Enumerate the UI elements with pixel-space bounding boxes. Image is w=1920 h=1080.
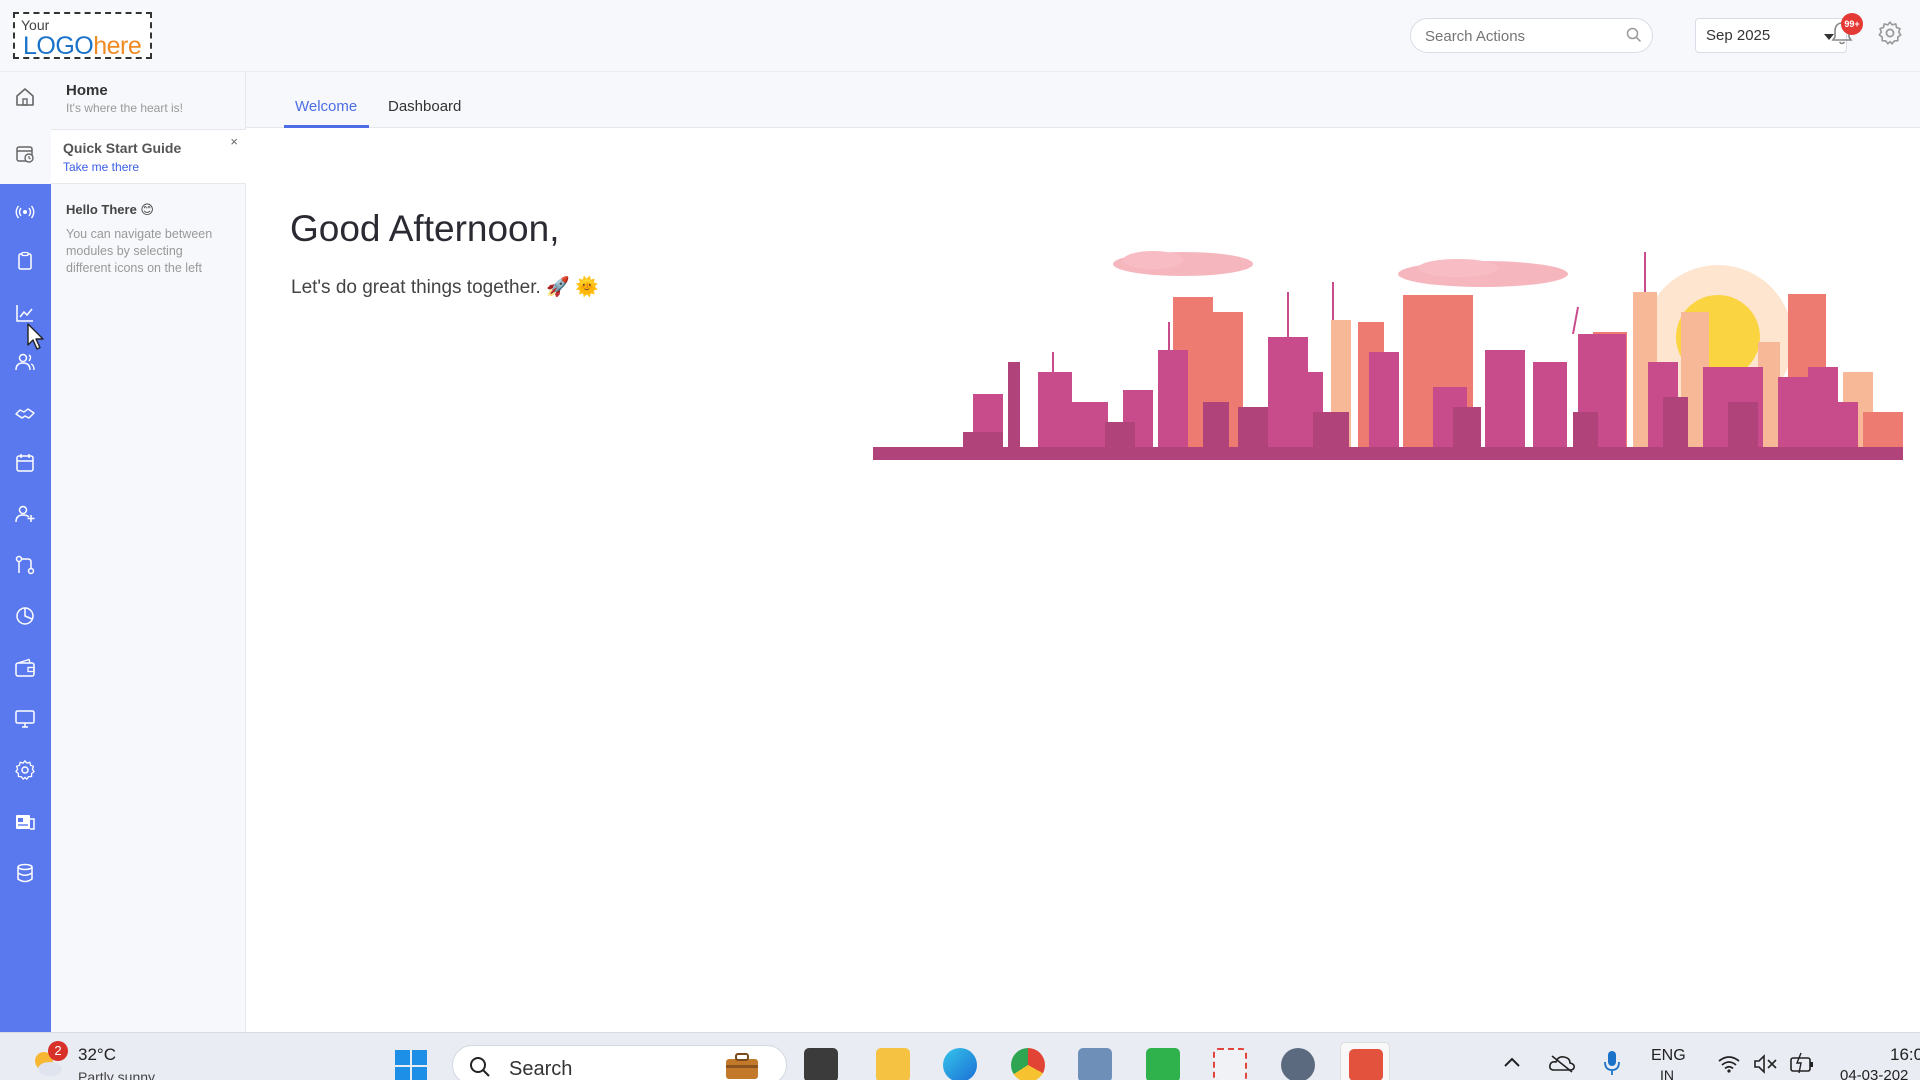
module-icon-rail	[0, 184, 51, 1032]
quick-start-guide-card: Quick Start Guide Take me there ×	[51, 130, 246, 184]
main-content: Welcome Dashboard Good Afternoon, Let's …	[246, 72, 1920, 1032]
monitor-icon[interactable]	[14, 708, 36, 730]
clock-date[interactable]: 04-03-202	[1840, 1067, 1908, 1080]
onedrive-cloud-icon[interactable]	[1548, 1053, 1576, 1073]
line-chart-icon[interactable]	[14, 302, 36, 324]
quick-start-title: Quick Start Guide	[63, 140, 182, 156]
search-actions-box[interactable]	[1410, 18, 1653, 53]
database-icon[interactable]	[14, 862, 36, 884]
mouse-cursor-icon	[27, 323, 44, 350]
logo-wordmark: LOGOhere	[23, 32, 142, 60]
windows-taskbar: 2 32°C Partly sunny Search ENG IN 16:0 0…	[0, 1032, 1920, 1080]
logo-line1: Your	[21, 17, 50, 33]
file-explorer-icon[interactable]	[876, 1048, 910, 1080]
workflow-icon[interactable]	[14, 554, 36, 576]
tab-bar: Welcome Dashboard	[246, 72, 1920, 128]
tab-welcome[interactable]: Welcome	[295, 98, 357, 115]
volume-muted-icon[interactable]	[1753, 1054, 1779, 1074]
chevron-up-icon[interactable]	[1503, 1055, 1521, 1069]
settings-gear-icon[interactable]	[1877, 20, 1903, 46]
wifi-icon[interactable]	[1717, 1055, 1741, 1073]
settings-app-icon[interactable]	[1281, 1048, 1315, 1080]
calendar-icon[interactable]	[14, 452, 36, 474]
active-app-icon	[1349, 1049, 1383, 1080]
quick-start-link[interactable]: Take me there	[63, 160, 139, 174]
search-icon	[470, 1057, 490, 1077]
tab-dashboard[interactable]: Dashboard	[388, 98, 461, 115]
top-header: Your LOGOhere Sep 2025 99+	[0, 0, 1920, 72]
temperature-text[interactable]: 32°C	[78, 1045, 116, 1065]
settings-cog-icon[interactable]	[14, 759, 36, 781]
taskbar-search[interactable]: Search	[452, 1045, 787, 1080]
city-skyline-illustration	[873, 251, 1903, 460]
greeting-tagline: Let's do great things together. 🚀 🌞	[291, 277, 599, 298]
task-view-icon[interactable]	[804, 1048, 838, 1080]
handshake-icon[interactable]	[14, 402, 36, 424]
users-icon[interactable]	[14, 351, 36, 373]
hello-text: You can navigate between modules by sele…	[66, 227, 213, 275]
broadcast-icon[interactable]	[14, 201, 36, 223]
active-app-slot[interactable]	[1340, 1042, 1390, 1080]
search-actions-input[interactable]	[1425, 26, 1615, 46]
month-dropdown[interactable]: Sep 2025	[1695, 18, 1847, 53]
taskbar-search-label: Search	[509, 1058, 573, 1080]
home-icon[interactable]	[14, 86, 36, 108]
add-user-icon[interactable]	[14, 503, 36, 525]
snipping-app-icon[interactable]	[1078, 1048, 1112, 1080]
edge-browser-icon[interactable]	[943, 1048, 977, 1080]
weather-alert-badge: 2	[48, 1041, 68, 1061]
news-icon[interactable]	[14, 811, 36, 833]
pie-chart-icon[interactable]	[14, 605, 36, 627]
briefcase-icon	[726, 1053, 758, 1079]
windows-start-icon[interactable]	[394, 1049, 428, 1080]
side-panel: Home It's where the heart is! Quick Star…	[51, 72, 246, 1032]
calendar-clock-icon[interactable]	[14, 143, 36, 165]
language-indicator[interactable]: ENG	[1651, 1047, 1686, 1065]
language-region: IN	[1660, 1067, 1674, 1080]
rail-top-section	[0, 72, 51, 184]
battery-icon[interactable]	[1789, 1051, 1815, 1075]
sidebar-item-home[interactable]: Home It's where the heart is!	[51, 72, 246, 130]
active-tab-indicator	[284, 125, 369, 128]
weather-condition[interactable]: Partly sunny	[78, 1069, 155, 1080]
notification-badge: 99+	[1841, 13, 1863, 35]
search-icon[interactable]	[1626, 27, 1642, 43]
chrome-browser-icon[interactable]	[1011, 1048, 1045, 1080]
snip-tool-icon[interactable]	[1213, 1048, 1247, 1080]
microphone-icon[interactable]	[1602, 1049, 1622, 1077]
month-value: Sep 2025	[1706, 27, 1771, 44]
wallet-icon[interactable]	[14, 657, 36, 679]
hello-title: Hello There 😊	[66, 202, 154, 217]
green-app-icon[interactable]	[1146, 1048, 1180, 1080]
company-logo[interactable]: Your LOGOhere	[13, 12, 152, 60]
home-subtitle: It's where the heart is!	[66, 101, 184, 115]
clock-time[interactable]: 16:0	[1890, 1045, 1920, 1065]
home-title: Home	[66, 82, 108, 99]
greeting-heading: Good Afternoon,	[290, 208, 560, 249]
close-icon[interactable]: ×	[230, 134, 238, 149]
clipboard-icon[interactable]	[14, 250, 36, 272]
